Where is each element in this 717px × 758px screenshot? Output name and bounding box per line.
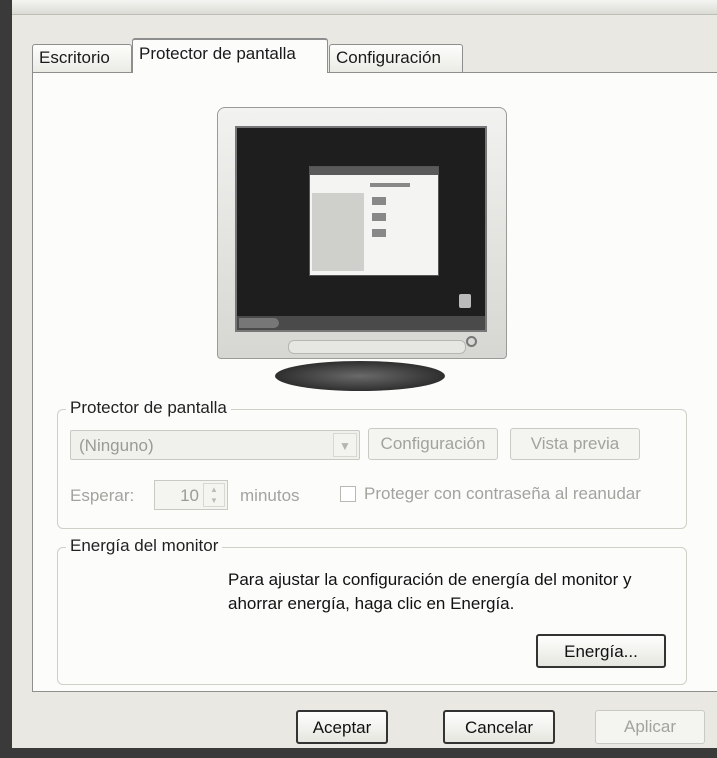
screensaver-group-title: Protector de pantalla [66,398,231,418]
screensaver-group: Protector de pantalla (Ninguno) ▼ Config… [57,398,687,529]
apply-button: Aplicar [595,710,705,744]
preview-window [309,166,439,276]
spinner-arrows-icon: ▲ ▼ [203,483,225,507]
monitor-energy-group: Energía del monitor Para ajustar la conf… [57,536,687,685]
monitor-controls [288,340,466,354]
tab-configuracion[interactable]: Configuración [329,44,463,72]
tab-escritorio[interactable]: Escritorio [32,44,132,72]
password-label: Proteger con contraseña al reanudar [364,484,641,503]
window-bottom-edge [0,748,717,758]
energy-button[interactable]: Energía... [536,634,666,668]
energy-description: Para ajustar la configuración de energía… [228,570,632,613]
wait-minutes-spinner: 10 ▲ ▼ [154,480,228,510]
chevron-down-icon: ▼ [333,433,357,457]
preview-button: Vista previa [510,428,640,460]
ok-button[interactable]: Aceptar [296,710,388,744]
tab-panel: Protector de pantalla (Ninguno) ▼ Config… [32,72,717,692]
tab-protector-de-pantalla[interactable]: Protector de pantalla [132,38,328,73]
screensaver-config-button: Configuración [368,428,498,460]
minutes-label: minutos [240,486,300,505]
screen-preview [235,126,487,332]
monitor-icon [217,107,507,407]
power-button-icon [466,336,477,347]
screensaver-select: (Ninguno) ▼ [70,430,360,460]
monitor-energy-group-title: Energía del monitor [66,536,223,556]
monitor-stand [275,361,445,391]
monitor-casing [217,107,507,359]
recycle-bin-icon [459,294,471,308]
password-checkbox [340,486,356,502]
screensaver-select-value: (Ninguno) [79,436,154,455]
window-top-edge [0,0,717,15]
wait-label: Esperar: [70,486,135,505]
wait-minutes-value: 10 [180,486,199,505]
window-left-edge [0,0,12,758]
preview-taskbar [237,316,485,330]
cancel-button[interactable]: Cancelar [443,710,555,744]
